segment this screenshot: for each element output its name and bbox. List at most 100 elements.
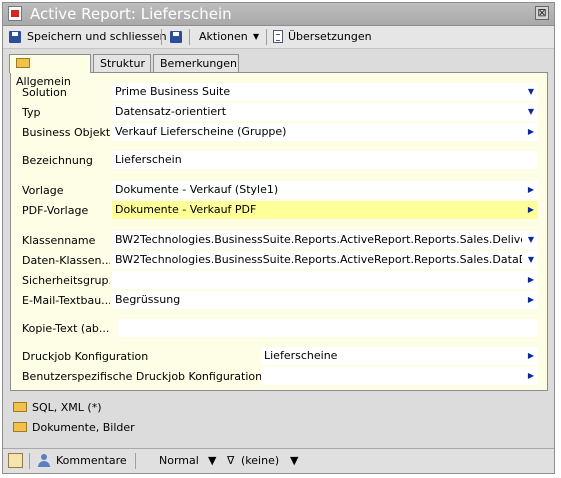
dropdown-arrow-icon[interactable]: ▼: [528, 251, 534, 269]
section-label: Dokumente, Bilder: [32, 421, 135, 434]
field-label: Bezeichnung: [22, 154, 93, 167]
field-label: Kopie-Text (ab...: [22, 322, 110, 335]
comments-button[interactable]: Kommentare: [56, 449, 127, 473]
priority-select[interactable]: Normal: [159, 449, 199, 473]
klassenname-select[interactable]: BW2Technologies.BusinessSuite.Reports.Ac…: [112, 231, 538, 249]
section-sql-xml[interactable]: SQL, XML (*): [13, 399, 102, 417]
solution-select[interactable]: Prime Business Suite ▼: [112, 83, 538, 101]
section-dokumente-bilder[interactable]: Dokumente, Bilder: [13, 419, 135, 437]
edit-icon[interactable]: [8, 453, 23, 468]
field-label: E-Mail-Textbau...: [22, 294, 110, 307]
field-label: PDF-Vorlage: [22, 204, 89, 217]
comments-icon: [37, 454, 51, 468]
toolbar: Speichern und schliessen Aktionen ▼ Über…: [3, 26, 554, 49]
pdf-vorlage-link[interactable]: Dokumente - Verkauf PDF ▶: [112, 201, 538, 219]
field-label: Business Objekt: [22, 126, 111, 139]
actions-menu-button[interactable]: Aktionen: [199, 26, 248, 48]
field-label: Sicherheitsgrup...: [22, 274, 110, 287]
tab-label: Struktur: [100, 57, 145, 70]
report-icon: [8, 6, 22, 21]
dropdown-arrow-icon[interactable]: ▼: [528, 103, 534, 121]
filter-icon: ∇: [227, 454, 235, 467]
field-email-textbaustein: E-Mail-Textbau... Begrüssung ▶: [22, 291, 538, 310]
field-business-objekt: Business Objekt Verkauf Lieferscheine (G…: [22, 123, 538, 142]
field-druckjob: Druckjob Konfiguration Lieferscheine ▶: [22, 347, 538, 366]
link-arrow-icon[interactable]: ▶: [528, 291, 534, 309]
link-arrow-icon[interactable]: ▶: [528, 123, 534, 141]
field-value: Begrüssung: [115, 293, 181, 306]
title-bar: Active Report: Lieferschein ⊠: [3, 3, 554, 26]
field-label: Daten-Klassen...: [22, 254, 110, 267]
toolbar-separator: [266, 29, 267, 45]
tab-struktur[interactable]: Struktur: [93, 54, 151, 72]
kopie-text-input[interactable]: [118, 319, 538, 337]
section-label: SQL, XML (*): [32, 401, 102, 414]
save-icon: [9, 31, 21, 43]
filter-dropdown-icon[interactable]: ▼: [290, 449, 298, 473]
folder-icon: [13, 402, 27, 412]
sicherheitsgruppe-link[interactable]: ▶: [112, 271, 538, 289]
field-benutzer-druckjob: Benutzerspezifische Druckjob Konfigurati…: [22, 367, 538, 386]
daten-klassen-select[interactable]: BW2Technologies.BusinessSuite.Reports.Ac…: [112, 251, 538, 269]
status-separator: [135, 453, 136, 469]
typ-select[interactable]: Datensatz-orientiert ▼: [112, 103, 538, 121]
bezeichnung-input[interactable]: Lieferschein: [112, 151, 538, 169]
link-arrow-icon[interactable]: ▶: [528, 347, 534, 365]
field-typ: Typ Datensatz-orientiert ▼: [22, 103, 538, 122]
link-arrow-icon[interactable]: ▶: [528, 271, 534, 289]
field-label: Druckjob Konfiguration: [22, 350, 149, 363]
field-value: Lieferschein: [115, 153, 182, 166]
field-value: BW2Technologies.BusinessSuite.Reports.Ac…: [115, 253, 522, 266]
benutzer-druckjob-link[interactable]: ▶: [261, 367, 538, 385]
translations-icon: [273, 30, 283, 43]
dropdown-arrow-icon[interactable]: ▼: [528, 231, 534, 249]
field-value: Datensatz-orientiert: [115, 105, 227, 118]
field-value: Lieferscheine: [264, 349, 338, 362]
folder-open-icon: [16, 58, 30, 68]
field-label: Vorlage: [22, 184, 64, 197]
tab-label: Allgemein: [16, 75, 71, 88]
tab-allgemein[interactable]: Allgemein: [9, 54, 91, 88]
field-pdf-vorlage: PDF-Vorlage Dokumente - Verkauf PDF ▶: [22, 201, 538, 220]
save-and-close-button[interactable]: Speichern und schliessen: [27, 26, 167, 48]
field-klassenname: Klassenname BW2Technologies.BusinessSuit…: [22, 231, 538, 250]
actions-dropdown-icon[interactable]: ▼: [253, 26, 259, 48]
translations-button[interactable]: Übersetzungen: [288, 26, 372, 48]
druckjob-link[interactable]: Lieferscheine ▶: [261, 347, 538, 365]
tab-label: Bemerkungen: [160, 57, 238, 70]
field-kopie-text: Kopie-Text (ab...: [22, 319, 538, 338]
business-objekt-link[interactable]: Verkauf Lieferscheine (Gruppe) ▶: [112, 123, 538, 141]
field-label: Klassenname: [22, 234, 96, 247]
dropdown-arrow-icon[interactable]: ▼: [528, 83, 534, 101]
field-value: BW2Technologies.BusinessSuite.Reports.Ac…: [115, 233, 522, 246]
status-bar: Kommentare Normal ▼ ∇ (keine) ▼: [3, 448, 554, 473]
priority-dropdown-icon[interactable]: ▼: [208, 449, 216, 473]
link-arrow-icon[interactable]: ▶: [528, 181, 534, 199]
field-label: Benutzerspezifische Druckjob Konfigurati…: [22, 370, 263, 383]
toolbar-separator: [189, 29, 190, 45]
tab-bemerkungen[interactable]: Bemerkungen: [153, 54, 239, 72]
field-value: Verkauf Lieferscheine (Gruppe): [115, 125, 287, 138]
status-separator: [29, 453, 30, 469]
field-sicherheitsgruppe: Sicherheitsgrup... ▶: [22, 271, 538, 290]
link-arrow-icon[interactable]: ▶: [528, 367, 534, 385]
field-value: Dokumente - Verkauf PDF: [115, 203, 257, 216]
field-value: Prime Business Suite: [115, 85, 231, 98]
toolbar-separator: [161, 29, 162, 45]
field-bezeichnung: Bezeichnung Lieferschein: [22, 151, 538, 170]
folder-icon: [13, 422, 27, 432]
close-button[interactable]: ⊠: [535, 6, 549, 20]
field-daten-klassen: Daten-Klassen... BW2Technologies.Busines…: [22, 251, 538, 270]
general-panel: Solution Prime Business Suite ▼ Typ Date…: [10, 72, 548, 391]
filter-select[interactable]: (keine): [241, 449, 279, 473]
save-button[interactable]: [170, 31, 182, 43]
link-arrow-icon[interactable]: ▶: [528, 201, 534, 219]
field-value: Dokumente - Verkauf (Style1): [115, 183, 279, 196]
vorlage-link[interactable]: Dokumente - Verkauf (Style1) ▶: [112, 181, 538, 199]
window-title: Active Report: Lieferschein: [30, 5, 232, 23]
field-solution: Solution Prime Business Suite ▼: [22, 83, 538, 102]
report-window: Active Report: Lieferschein ⊠ Speichern …: [2, 2, 555, 474]
email-textbaustein-link[interactable]: Begrüssung ▶: [112, 291, 538, 309]
field-vorlage: Vorlage Dokumente - Verkauf (Style1) ▶: [22, 181, 538, 200]
field-label: Typ: [22, 106, 41, 119]
